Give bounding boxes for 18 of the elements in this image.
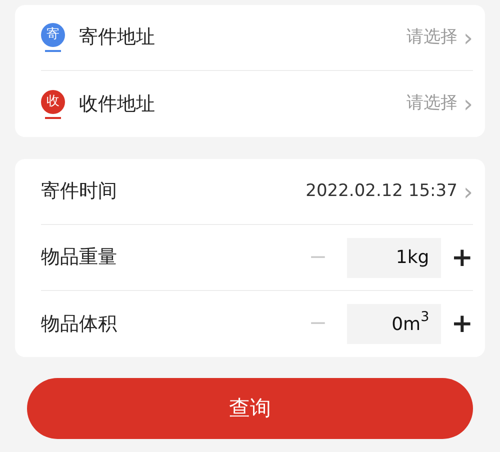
address-label: 收件地址 [79,92,155,117]
plus-button[interactable]: + [441,244,473,270]
address-label: 寄件地址 [79,25,155,50]
value-field[interactable]: 0m$^{3}$ [347,304,442,344]
chevron-icon: › [463,26,473,50]
underline-mark [45,116,61,118]
field-label: 物品重量 [41,245,117,270]
underline-mark [45,50,61,52]
query-button[interactable]: 查询 [27,378,473,439]
plus-button[interactable]: + [441,311,473,337]
time-value[interactable]: 2022.02.12 15:37 [306,178,458,204]
value-field[interactable]: 1kg [347,238,442,278]
field-label: 寄件时间 [41,179,117,204]
chevron-icon: › [463,180,473,204]
field-label: 物品体积 [41,312,117,337]
chevron-icon: › [463,92,473,116]
badge-icon: 收 [41,90,65,114]
badge-icon: 寄 [41,23,65,47]
